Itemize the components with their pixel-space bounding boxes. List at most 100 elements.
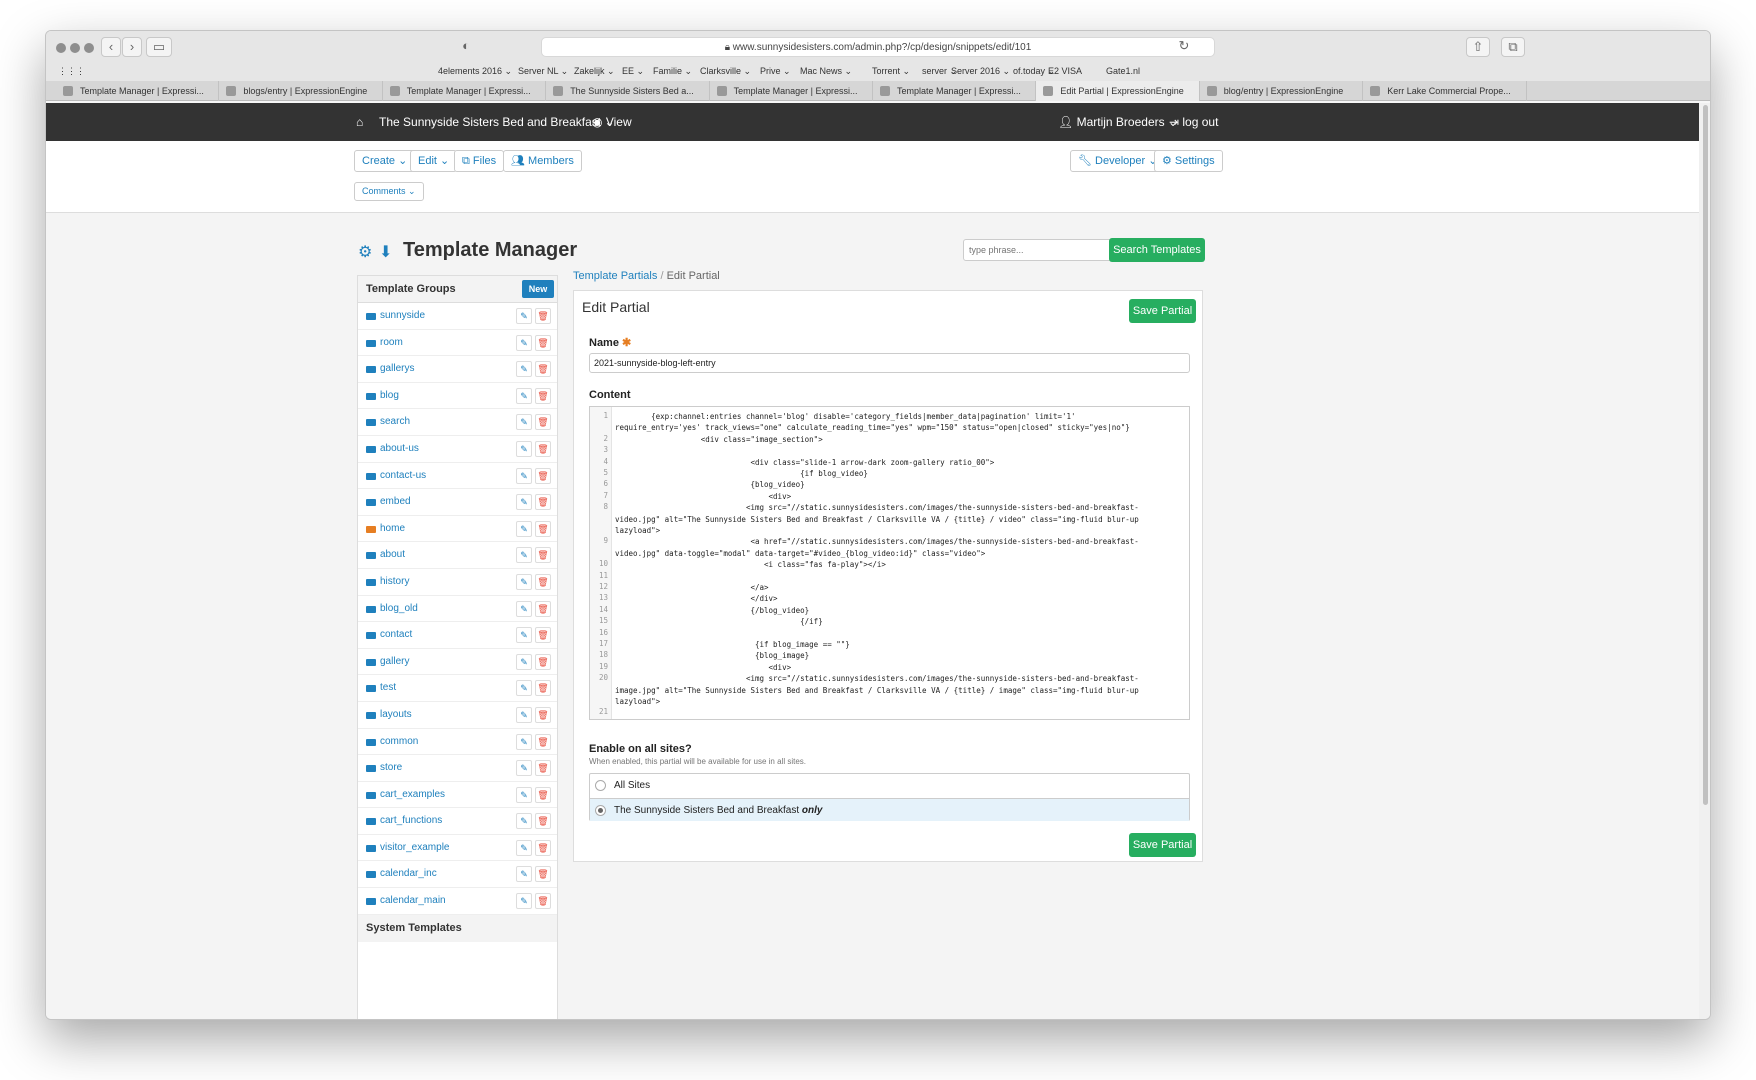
delete-icon[interactable]: 🗑︎ (535, 760, 551, 777)
template-group-about[interactable]: about ✎ 🗑︎ (358, 542, 557, 569)
browser-tab[interactable]: blog/entry | ExpressionEngine (1200, 81, 1364, 101)
delete-icon[interactable]: 🗑︎ (535, 813, 551, 830)
template-group-about-us[interactable]: about-us ✎ 🗑︎ (358, 436, 557, 463)
template-group-blog_old[interactable]: blog_old ✎ 🗑︎ (358, 596, 557, 623)
share-icon[interactable]: ⇧ (1466, 37, 1490, 57)
delete-icon[interactable]: 🗑︎ (535, 520, 551, 537)
bookmark-item[interactable]: Server NL ⌄ (518, 66, 568, 77)
home-icon[interactable]: ⌂ (356, 115, 363, 129)
name-field[interactable] (589, 353, 1190, 373)
edit-icon[interactable]: ✎ (516, 573, 532, 590)
edit-icon[interactable]: ✎ (516, 440, 532, 457)
page-scrollbar[interactable] (1699, 103, 1710, 1019)
delete-icon[interactable]: 🗑︎ (535, 866, 551, 883)
delete-icon[interactable]: 🗑︎ (535, 733, 551, 750)
delete-icon[interactable]: 🗑︎ (535, 600, 551, 617)
edit-icon[interactable]: ✎ (516, 733, 532, 750)
template-group-cart_examples[interactable]: cart_examples ✎ 🗑︎ (358, 782, 557, 809)
bookmark-item[interactable]: Mac News ⌄ (800, 66, 852, 77)
view-site-link[interactable]: ◉ View (592, 115, 632, 129)
template-group-gallerys[interactable]: gallerys ✎ 🗑︎ (358, 356, 557, 383)
edit-icon[interactable]: ✎ (516, 494, 532, 511)
delete-icon[interactable]: 🗑︎ (535, 627, 551, 644)
members-button[interactable]: 👥︎ Members (503, 150, 582, 172)
browser-tab[interactable]: blogs/entry | ExpressionEngine (219, 81, 383, 101)
template-group-layouts[interactable]: layouts ✎ 🗑︎ (358, 702, 557, 729)
code-editor[interactable]: 1 {exp:channel:entries channel='blog' di… (589, 406, 1190, 720)
delete-icon[interactable]: 🗑︎ (535, 547, 551, 564)
edit-icon[interactable]: ✎ (516, 786, 532, 803)
developer-menu-button[interactable]: 🔧︎ Developer ⌄ (1070, 150, 1166, 172)
edit-icon[interactable]: ✎ (516, 387, 532, 404)
edit-icon[interactable]: ✎ (516, 308, 532, 324)
bookmark-item[interactable]: Gate1.nl (1106, 66, 1140, 76)
browser-tab[interactable]: Template Manager | Expressi... (383, 81, 547, 101)
template-group-calendar_main[interactable]: calendar_main ✎ 🗑︎ (358, 888, 557, 915)
browser-tab[interactable]: The Sunnyside Sisters Bed a... (546, 81, 710, 101)
template-group-sunnyside[interactable]: sunnyside ✎ 🗑︎ (358, 303, 557, 330)
comments-menu-button[interactable]: Comments ⌄ (354, 182, 424, 201)
forward-icon[interactable]: › (122, 37, 142, 57)
template-group-search[interactable]: search ✎ 🗑︎ (358, 409, 557, 436)
edit-icon[interactable]: ✎ (516, 467, 532, 484)
breadcrumb-template-partials[interactable]: Template Partials (573, 270, 657, 282)
bookmark-item[interactable]: E2 VISA (1048, 66, 1082, 76)
edit-icon[interactable]: ✎ (516, 600, 532, 617)
delete-icon[interactable]: 🗑︎ (535, 467, 551, 484)
bookmark-item[interactable]: 4elements 2016 ⌄ (438, 66, 512, 77)
template-group-contact[interactable]: contact ✎ 🗑︎ (358, 622, 557, 649)
delete-icon[interactable]: 🗑︎ (535, 653, 551, 670)
user-menu[interactable]: 👤︎ Martijn Broeders ⌄ (1058, 115, 1178, 129)
template-group-gallery[interactable]: gallery ✎ 🗑︎ (358, 649, 557, 676)
tabs-overview-icon[interactable]: ⧉ (1501, 37, 1525, 57)
template-group-cart_functions[interactable]: cart_functions ✎ 🗑︎ (358, 808, 557, 835)
delete-icon[interactable]: 🗑︎ (535, 494, 551, 511)
edit-icon[interactable]: ✎ (516, 813, 532, 830)
edit-icon[interactable]: ✎ (516, 334, 532, 351)
site-switcher[interactable]: The Sunnyside Sisters Bed and Breakfast … (379, 115, 615, 129)
export-download-icon[interactable]: ⬇ (379, 242, 392, 262)
browser-tab[interactable]: Template Manager | Expressi... (873, 81, 1037, 101)
edit-icon[interactable]: ✎ (516, 653, 532, 670)
bookmark-item[interactable]: Familie ⌄ (653, 66, 692, 77)
radio-all-sites[interactable]: All Sites (590, 774, 1189, 797)
scrollbar-thumb[interactable] (1703, 105, 1708, 805)
template-group-room[interactable]: room ✎ 🗑︎ (358, 330, 557, 357)
edit-icon[interactable]: ✎ (516, 361, 532, 378)
search-templates-button[interactable]: Search Templates (1109, 238, 1205, 262)
save-partial-button-top[interactable]: Save Partial (1129, 299, 1196, 323)
delete-icon[interactable]: 🗑︎ (535, 786, 551, 803)
template-group-blog[interactable]: blog ✎ 🗑︎ (358, 383, 557, 410)
edit-icon[interactable]: ✎ (516, 680, 532, 697)
template-group-history[interactable]: history ✎ 🗑︎ (358, 569, 557, 596)
minimize-window-button[interactable] (70, 43, 80, 53)
template-group-embed[interactable]: embed ✎ 🗑︎ (358, 489, 557, 516)
browser-tab[interactable]: Kerr Lake Commercial Prope... (1363, 81, 1527, 101)
create-menu-button[interactable]: Create ⌄ (354, 150, 416, 172)
delete-icon[interactable]: 🗑︎ (535, 680, 551, 697)
address-bar[interactable]: 🔒︎ www.sunnysidesisters.com/admin.php?/c… (541, 37, 1215, 57)
template-group-common[interactable]: common ✎ 🗑︎ (358, 729, 557, 756)
edit-icon[interactable]: ✎ (516, 893, 532, 910)
zoom-window-button[interactable] (84, 43, 94, 53)
settings-gear-icon[interactable]: ⚙ (358, 242, 372, 262)
delete-icon[interactable]: 🗑︎ (535, 387, 551, 404)
close-window-button[interactable] (56, 43, 66, 53)
edit-menu-button[interactable]: Edit ⌄ (410, 150, 458, 172)
bookmark-item[interactable]: Torrent ⌄ (872, 66, 910, 77)
template-group-home[interactable]: home ✎ 🗑︎ (358, 516, 557, 543)
delete-icon[interactable]: 🗑︎ (535, 308, 551, 324)
delete-icon[interactable]: 🗑︎ (535, 839, 551, 856)
back-icon[interactable]: ‹ (101, 37, 121, 57)
edit-icon[interactable]: ✎ (516, 706, 532, 723)
template-group-store[interactable]: store ✎ 🗑︎ (358, 755, 557, 782)
bookmark-item[interactable]: Zakelijk ⌄ (574, 66, 615, 77)
bookmark-item[interactable]: Clarksville ⌄ (700, 66, 751, 77)
privacy-shield-icon[interactable]: ◐ (456, 37, 476, 57)
apps-grid-icon[interactable]: ⋮⋮⋮ (58, 66, 85, 77)
template-group-visitor_example[interactable]: visitor_example ✎ 🗑︎ (358, 835, 557, 862)
reload-icon[interactable]: ↻ (1174, 37, 1194, 57)
delete-icon[interactable]: 🗑︎ (535, 893, 551, 910)
edit-icon[interactable]: ✎ (516, 627, 532, 644)
bookmark-item[interactable]: Server 2016 ⌄ (951, 66, 1010, 77)
